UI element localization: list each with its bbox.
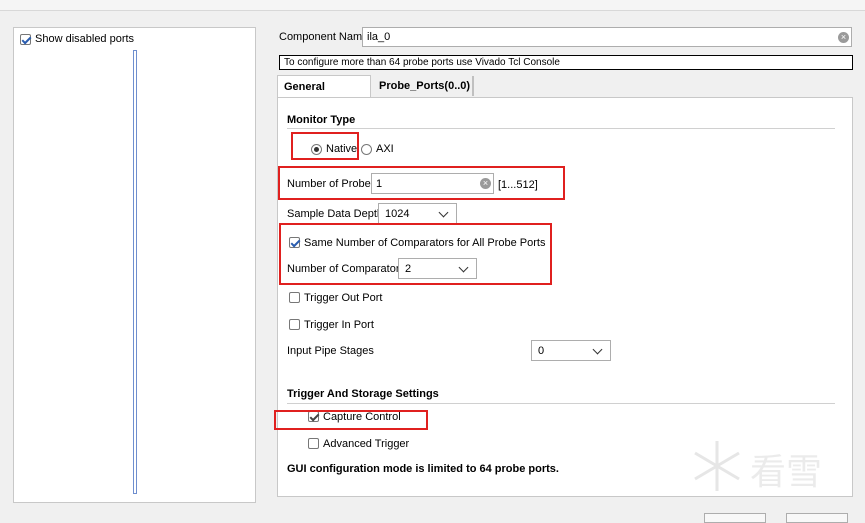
advanced-trigger-checkbox[interactable] [308, 438, 319, 449]
clear-icon[interactable] [838, 32, 849, 43]
tab-probe-ports[interactable]: Probe_Ports(0..0) [373, 75, 476, 97]
ports-tree-panel: Show disabled ports [13, 27, 256, 503]
tab-general-options[interactable]: General Options [277, 75, 371, 115]
show-disabled-ports-label: Show disabled ports [35, 33, 135, 45]
input-pipe-stages-select[interactable]: 0 [531, 340, 611, 361]
highlight-probes-box [278, 166, 565, 200]
trigger-storage-divider [287, 403, 835, 404]
gui-limit-note: GUI configuration mode is limited to 64 … [287, 463, 559, 475]
component-name-value: ila_0 [367, 31, 391, 43]
highlight-capture-box [274, 410, 428, 430]
component-name-field[interactable]: ila_0 [362, 27, 852, 47]
trigger-out-port-checkbox[interactable] [289, 292, 300, 303]
trigger-storage-title: Trigger And Storage Settings [287, 388, 439, 400]
chevron-down-icon [438, 207, 449, 218]
ports-tree-line [133, 50, 137, 494]
axi-radio[interactable] [361, 144, 372, 155]
advanced-trigger-label: Advanced Trigger [323, 438, 410, 450]
component-name-label: Component Name [279, 31, 369, 43]
input-pipe-stages-label: Input Pipe Stages [287, 345, 374, 357]
sample-data-depth-label: Sample Data Depth [287, 208, 383, 220]
input-pipe-stages-value: 0 [538, 345, 545, 357]
trigger-out-port-label: Trigger Out Port [304, 292, 383, 304]
trigger-in-port-label: Trigger In Port [304, 319, 374, 331]
tab-separator [472, 76, 474, 96]
cancel-button[interactable] [786, 513, 848, 523]
snowflake-icon [694, 441, 740, 491]
sample-data-depth-value: 1024 [385, 208, 410, 220]
info-banner: To configure more than 64 probe ports us… [279, 55, 853, 70]
window-top-strip [0, 0, 865, 11]
ok-button[interactable] [704, 513, 766, 523]
trigger-in-port-checkbox[interactable] [289, 319, 300, 330]
show-disabled-ports-checkbox[interactable] [20, 34, 31, 45]
monitor-type-title: Monitor Type [287, 114, 356, 126]
highlight-native-box [291, 132, 359, 160]
chevron-down-icon [592, 344, 603, 355]
highlight-comparators-box [279, 223, 552, 285]
sample-data-depth-select[interactable]: 1024 [378, 203, 457, 224]
monitor-type-divider [287, 128, 835, 129]
axi-label: AXI [376, 143, 394, 155]
watermark-text: 看雪 [750, 452, 823, 493]
watermark: 看雪 [688, 437, 828, 497]
